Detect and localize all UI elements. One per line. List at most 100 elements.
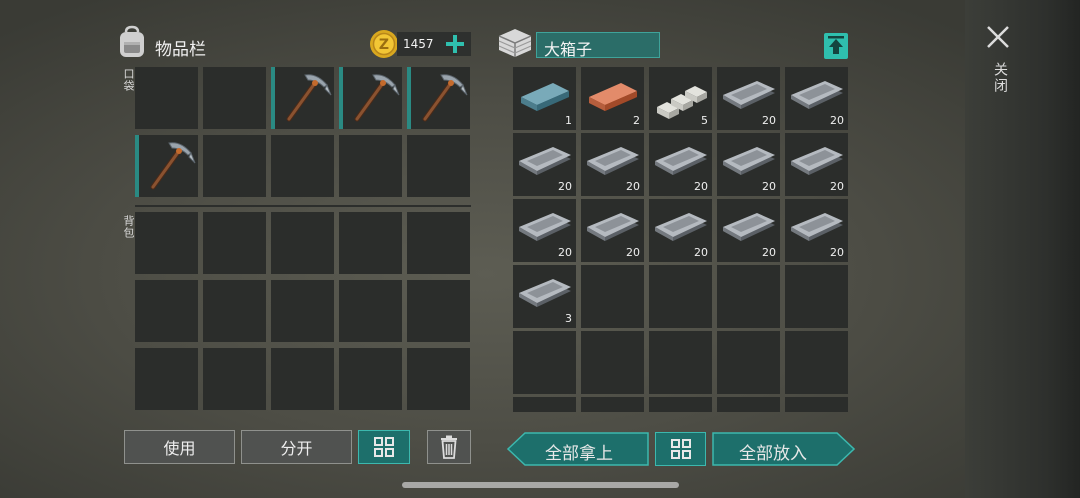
- backpack-slot[interactable]: [271, 348, 334, 410]
- use-button[interactable]: 使用: [124, 430, 235, 464]
- chest-slot[interactable]: [717, 397, 780, 412]
- chest-slot[interactable]: 2: [581, 67, 644, 130]
- item-quantity: 5: [701, 114, 708, 127]
- chest-slot[interactable]: 20: [513, 199, 576, 262]
- chest-slot[interactable]: 3: [513, 265, 576, 328]
- chest-slot[interactable]: 1: [513, 67, 576, 130]
- backpack-slot[interactable]: [135, 348, 198, 410]
- item-quantity: 1: [565, 114, 572, 127]
- svg-text:Z: Z: [379, 37, 389, 53]
- item-quantity: 20: [694, 246, 708, 259]
- inventory-title: 物品栏: [155, 40, 206, 60]
- grid-sort-icon: [374, 437, 394, 457]
- chest-slot[interactable]: [581, 331, 644, 394]
- coin-icon: Z: [369, 29, 399, 59]
- item-quantity: 20: [830, 180, 844, 193]
- chest-slot[interactable]: [717, 331, 780, 394]
- chest-slot[interactable]: 20: [649, 133, 712, 196]
- chest-name-field[interactable]: 大箱子: [536, 32, 660, 59]
- pocket-slot[interactable]: [339, 135, 402, 197]
- split-button[interactable]: 分开: [241, 430, 352, 464]
- chest-slot[interactable]: 20: [785, 199, 848, 262]
- chest-slot[interactable]: 20: [785, 67, 848, 130]
- pocket-label: 口袋: [122, 68, 135, 92]
- chest-slot[interactable]: [785, 265, 848, 328]
- upload-icon[interactable]: [823, 32, 849, 60]
- chest-slot[interactable]: 20: [785, 133, 848, 196]
- sort-chest-button[interactable]: [655, 432, 706, 466]
- item-quantity: 20: [830, 246, 844, 259]
- chest-slot[interactable]: [717, 265, 780, 328]
- close-button[interactable]: [985, 24, 1011, 50]
- trash-icon: [441, 435, 457, 459]
- pocket-slot[interactable]: [339, 67, 402, 129]
- backpack-slot[interactable]: [407, 348, 470, 410]
- take-all-button[interactable]: 全部拿上: [507, 432, 649, 466]
- chest-slot[interactable]: [513, 331, 576, 394]
- pocket-slot[interactable]: [203, 135, 266, 197]
- backpack-slot[interactable]: [203, 348, 266, 410]
- side-panel-background: [965, 0, 1080, 498]
- pocket-slot[interactable]: [135, 135, 198, 197]
- chest-slot[interactable]: [649, 331, 712, 394]
- item-quantity: 20: [762, 114, 776, 127]
- chest-slot[interactable]: [513, 397, 576, 412]
- backpack-slot[interactable]: [135, 280, 198, 342]
- chest-slot[interactable]: [581, 265, 644, 328]
- item-quantity: 2: [633, 114, 640, 127]
- sort-inventory-button[interactable]: [358, 430, 410, 464]
- item-quantity: 20: [694, 180, 708, 193]
- delete-button[interactable]: [427, 430, 471, 464]
- pocket-slot[interactable]: [407, 135, 470, 197]
- pocket-slot[interactable]: [271, 67, 334, 129]
- pocket-slot[interactable]: [203, 67, 266, 129]
- backpack-slot[interactable]: [203, 280, 266, 342]
- backpack-slot[interactable]: [339, 212, 402, 274]
- chest-slot[interactable]: [785, 397, 848, 412]
- backpack-label: 背包: [122, 215, 135, 239]
- backpack-slot[interactable]: [271, 212, 334, 274]
- backpack-icon: [117, 25, 147, 59]
- chest-slot[interactable]: [581, 397, 644, 412]
- close-icon: [987, 26, 1009, 48]
- pocket-slot[interactable]: [135, 67, 198, 129]
- pocket-slot[interactable]: [407, 67, 470, 129]
- backpack-slot[interactable]: [339, 280, 402, 342]
- chest-slot[interactable]: [785, 331, 848, 394]
- add-coins-button[interactable]: [444, 33, 466, 55]
- item-quantity: 20: [626, 246, 640, 259]
- close-label: 关闭: [992, 62, 1008, 94]
- chest-slot[interactable]: [649, 265, 712, 328]
- item-quantity: 20: [830, 114, 844, 127]
- chest-slot[interactable]: 5: [649, 67, 712, 130]
- item-quantity: 20: [762, 246, 776, 259]
- item-quantity: 3: [565, 312, 572, 325]
- backpack-slot[interactable]: [135, 212, 198, 274]
- backpack-slot[interactable]: [203, 212, 266, 274]
- chest-slot[interactable]: 20: [513, 133, 576, 196]
- backpack-slot[interactable]: [407, 280, 470, 342]
- put-all-label: 全部放入: [739, 444, 807, 464]
- take-all-label: 全部拿上: [545, 444, 613, 464]
- backpack-slot[interactable]: [271, 280, 334, 342]
- pocket-slot[interactable]: [271, 135, 334, 197]
- chest-slot[interactable]: 20: [717, 67, 780, 130]
- item-quantity: 20: [626, 180, 640, 193]
- chest-slot[interactable]: 20: [717, 133, 780, 196]
- item-quantity: 20: [558, 180, 572, 193]
- put-all-button[interactable]: 全部放入: [712, 432, 855, 466]
- item-quantity: 20: [762, 180, 776, 193]
- chest-slot[interactable]: 20: [649, 199, 712, 262]
- backpack-slot[interactable]: [339, 348, 402, 410]
- backpack-slot[interactable]: [407, 212, 470, 274]
- divider: [135, 205, 471, 207]
- coin-count: 1457: [403, 37, 434, 51]
- chest-icon: [497, 27, 533, 59]
- home-indicator: [402, 482, 679, 488]
- chest-name: 大箱子: [544, 40, 593, 59]
- chest-slot[interactable]: 20: [581, 133, 644, 196]
- item-quantity: 20: [558, 246, 572, 259]
- chest-slot[interactable]: 20: [717, 199, 780, 262]
- chest-slot[interactable]: 20: [581, 199, 644, 262]
- chest-slot[interactable]: [649, 397, 712, 412]
